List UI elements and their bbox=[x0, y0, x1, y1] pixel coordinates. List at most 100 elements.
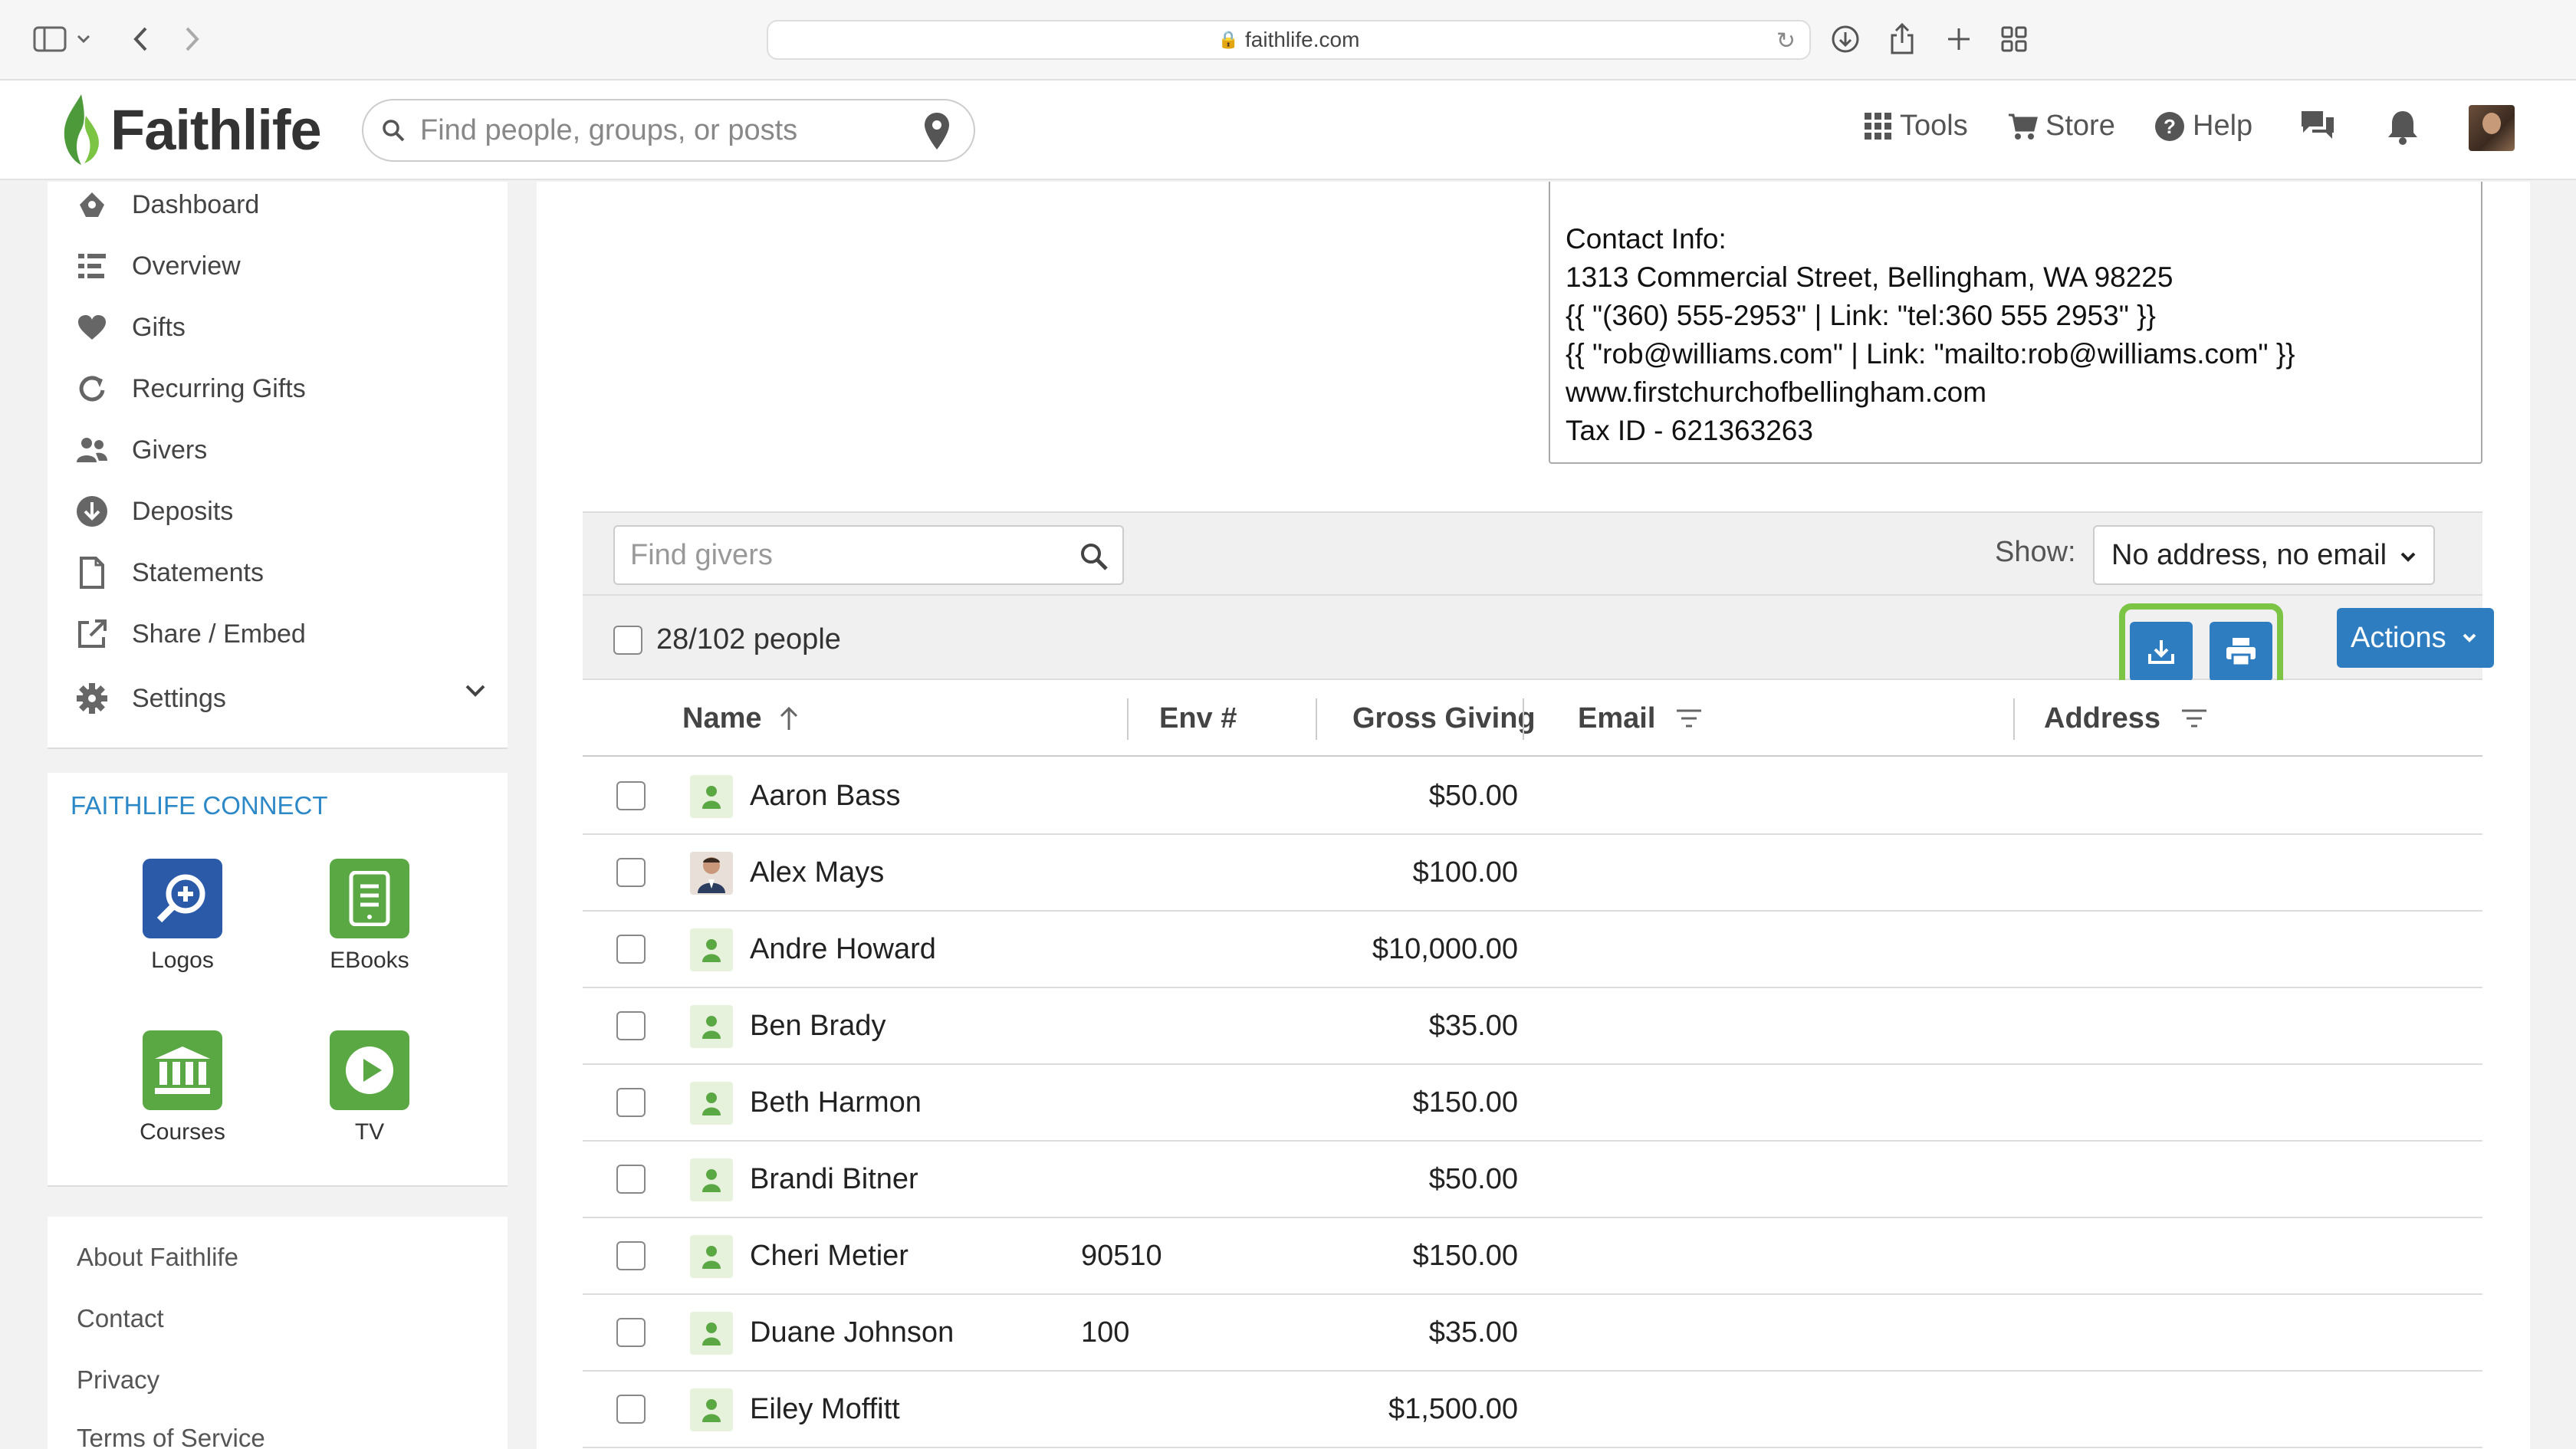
actions-dropdown-button[interactable]: Actions bbox=[2337, 608, 2494, 668]
table-row[interactable]: Alex Mays $100.00 bbox=[583, 835, 2482, 912]
bell-icon[interactable] bbox=[2386, 108, 2420, 145]
sidebar-item-label: Recurring Gifts bbox=[132, 373, 306, 403]
row-checkbox[interactable] bbox=[616, 781, 646, 810]
contact-line: Tax ID - 621363263 bbox=[1566, 415, 1813, 446]
giver-name[interactable]: Eiley Moffitt bbox=[750, 1393, 900, 1426]
giver-gross-giving: $50.00 bbox=[1428, 1163, 1518, 1195]
sidebar-item-recurring-gifts[interactable]: Recurring Gifts bbox=[75, 372, 306, 406]
giver-name[interactable]: Beth Harmon bbox=[750, 1086, 922, 1119]
contact-line: {{ "(360) 555-2953" | Link: "tel:360 555… bbox=[1566, 300, 2156, 331]
share-browser-icon[interactable] bbox=[1884, 21, 1920, 57]
sidebar-item-givers[interactable]: Givers bbox=[75, 433, 207, 467]
tab-overview-icon[interactable] bbox=[1996, 21, 2032, 57]
show-filter-select[interactable]: No address, no email bbox=[2093, 525, 2435, 585]
column-header-gross-giving[interactable]: Gross Giving bbox=[1352, 680, 1536, 757]
global-search[interactable] bbox=[362, 99, 975, 162]
sidebar-item-settings[interactable]: Settings bbox=[75, 682, 226, 715]
store-link[interactable]: Store bbox=[2007, 110, 2115, 143]
select-all[interactable]: 28/102 people bbox=[613, 623, 841, 656]
forward-icon[interactable] bbox=[175, 21, 210, 57]
store-label: Store bbox=[2045, 110, 2115, 142]
row-checkbox[interactable] bbox=[616, 1241, 646, 1270]
help-link[interactable]: ? Help bbox=[2154, 110, 2252, 143]
faithlife-connect-panel: FAITHLIFE CONNECT Logos EBooks Courses T… bbox=[48, 773, 508, 1187]
giver-name[interactable]: Ben Brady bbox=[750, 1010, 886, 1043]
column-header-address[interactable]: Address bbox=[2044, 680, 2208, 757]
sidebar-item-label: Share / Embed bbox=[132, 619, 306, 649]
sidebar-item-gifts[interactable]: Gifts bbox=[75, 310, 186, 344]
search-input[interactable] bbox=[420, 113, 911, 147]
giver-name[interactable]: Andre Howard bbox=[750, 933, 936, 966]
app-ebooks[interactable]: EBooks bbox=[285, 859, 454, 974]
sidebar-item-share-embed[interactable]: Share / Embed bbox=[75, 617, 306, 651]
dashboard-icon bbox=[75, 188, 109, 222]
find-givers-search[interactable] bbox=[613, 525, 1124, 585]
address-bar[interactable]: 🔒 faithlife.com ↻ bbox=[767, 20, 1811, 60]
row-checkbox[interactable] bbox=[616, 858, 646, 887]
row-checkbox[interactable] bbox=[616, 1011, 646, 1040]
back-icon[interactable] bbox=[123, 21, 158, 57]
column-header-name[interactable]: Name bbox=[682, 680, 800, 757]
column-header-email[interactable]: Email bbox=[1578, 680, 1703, 757]
footer-link-contact[interactable]: Contact bbox=[77, 1304, 164, 1333]
table-row[interactable]: Andre Howard $10,000.00 bbox=[583, 912, 2482, 988]
download-button[interactable] bbox=[2130, 622, 2193, 682]
people-icon bbox=[75, 433, 109, 467]
giver-name[interactable]: Cheri Metier bbox=[750, 1240, 909, 1273]
user-avatar[interactable] bbox=[2469, 105, 2515, 151]
row-checkbox[interactable] bbox=[616, 1165, 646, 1194]
reload-icon[interactable]: ↻ bbox=[1776, 28, 1796, 54]
footer-link-privacy[interactable]: Privacy bbox=[77, 1365, 159, 1395]
person-placeholder-icon bbox=[690, 1082, 733, 1125]
table-row[interactable]: Cheri Metier 90510 $150.00 bbox=[583, 1218, 2482, 1295]
sidebar-toggle-icon[interactable] bbox=[28, 21, 97, 57]
person-placeholder-icon bbox=[690, 1235, 733, 1278]
location-pin-icon[interactable] bbox=[923, 111, 951, 151]
row-checkbox[interactable] bbox=[616, 1088, 646, 1117]
table-row[interactable]: Duane Johnson 100 $35.00 bbox=[583, 1295, 2482, 1372]
chevron-down-icon[interactable] bbox=[465, 684, 486, 698]
sidebar-item-label: Givers bbox=[132, 435, 208, 465]
app-header: Faithlife Tools Store ? Help bbox=[0, 80, 2576, 180]
table-row[interactable]: Eiley Moffitt $1,500.00 bbox=[583, 1372, 2482, 1448]
share-icon bbox=[75, 617, 109, 651]
giver-name[interactable]: Brandi Bitner bbox=[750, 1163, 918, 1196]
sidebar-item-statements[interactable]: Statements bbox=[75, 556, 264, 590]
actions-label: Actions bbox=[2351, 621, 2446, 654]
footer-link-about[interactable]: About Faithlife bbox=[77, 1243, 238, 1272]
sidebar-item-dashboard[interactable]: Dashboard bbox=[75, 188, 259, 222]
table-row[interactable]: Brandi Bitner $50.00 bbox=[583, 1142, 2482, 1218]
giver-gross-giving: $10,000.00 bbox=[1372, 933, 1518, 965]
filter-icon[interactable] bbox=[2180, 708, 2208, 729]
filter-icon[interactable] bbox=[1675, 708, 1703, 729]
sidebar-item-deposits[interactable]: Deposits bbox=[75, 495, 233, 528]
row-checkbox[interactable] bbox=[616, 935, 646, 964]
app-logos[interactable]: Logos bbox=[98, 859, 267, 974]
new-tab-icon[interactable] bbox=[1941, 21, 1976, 57]
column-header-env[interactable]: Env # bbox=[1159, 680, 1237, 757]
column-divider bbox=[2013, 698, 2015, 740]
faithlife-logo[interactable]: Faithlife bbox=[58, 91, 322, 168]
print-button[interactable] bbox=[2210, 622, 2272, 682]
contact-info-box: Contact Info: 1313 Commercial Street, Be… bbox=[1549, 182, 2482, 464]
giver-name[interactable]: Alex Mays bbox=[750, 856, 884, 889]
row-checkbox[interactable] bbox=[616, 1318, 646, 1347]
select-all-checkbox[interactable] bbox=[613, 625, 642, 655]
search-icon[interactable] bbox=[1079, 542, 1109, 571]
chat-icon[interactable] bbox=[2298, 108, 2337, 143]
giver-name[interactable]: Duane Johnson bbox=[750, 1316, 954, 1349]
downloads-icon[interactable] bbox=[1828, 21, 1863, 57]
giver-name[interactable]: Aaron Bass bbox=[750, 780, 900, 813]
row-checkbox[interactable] bbox=[616, 1395, 646, 1424]
app-courses[interactable]: Courses bbox=[98, 1030, 267, 1145]
find-givers-input[interactable] bbox=[615, 538, 1060, 572]
recurring-icon bbox=[75, 372, 109, 406]
table-row[interactable]: Ben Brady $35.00 bbox=[583, 988, 2482, 1065]
app-tv[interactable]: TV bbox=[285, 1030, 454, 1145]
sidebar-item-label: Dashboard bbox=[132, 189, 260, 219]
tools-link[interactable]: Tools bbox=[1865, 110, 1968, 143]
table-row[interactable]: Aaron Bass $50.00 bbox=[583, 758, 2482, 835]
table-row[interactable]: Beth Harmon $150.00 bbox=[583, 1065, 2482, 1142]
footer-link-terms[interactable]: Terms of Service bbox=[77, 1424, 265, 1449]
sidebar-item-overview[interactable]: Overview bbox=[75, 249, 241, 283]
